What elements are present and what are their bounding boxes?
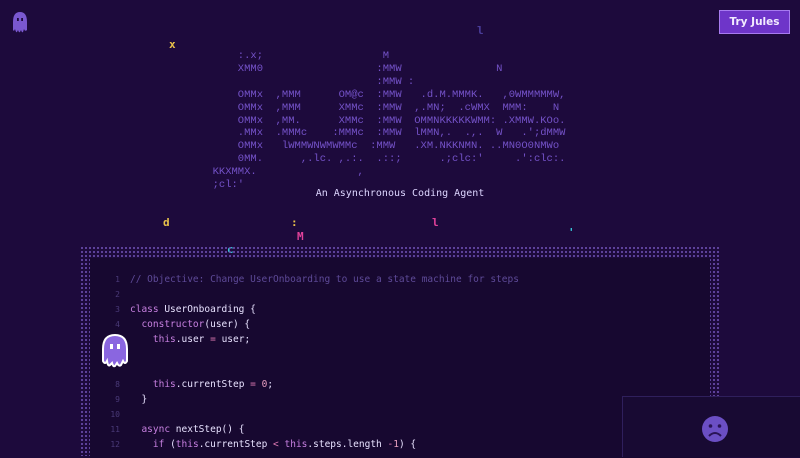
ascii-line: OMMx lWMMWNWMWMMc :MMW .XM.NKKNMN. ..MN0… — [200, 140, 560, 153]
code-text: constructor(user) { — [141, 319, 251, 330]
code-line: 1 // Objective: Change UserOnboarding to … — [90, 272, 710, 287]
line-number: 8 — [115, 380, 120, 389]
code-text: async nextStep() { — [141, 424, 245, 435]
ascii-line: :MMW : — [200, 75, 415, 88]
code-lines: 1 // Objective: Change UserOnboarding to … — [90, 272, 710, 452]
ascii-line: OMMx ,MMM XMMc :MMW ,.MN; .cWMX MMM: N — [200, 101, 560, 114]
sad-face-icon — [702, 416, 728, 442]
code-line: 3 class UserOnboarding { — [90, 302, 710, 317]
scatter-char: l — [477, 24, 484, 37]
try-jules-button[interactable]: Try Jules — [719, 10, 790, 34]
line-number: 3 — [115, 305, 120, 314]
scatter-char: : — [291, 216, 298, 229]
code-text: this.currentStep = 0; — [152, 379, 274, 390]
ascii-line: .MMx .MMMc :MMMc :MMW lMMN,. .,. W .';dM… — [200, 127, 566, 140]
ascii-line: OMMx ,MMM OM@c :MMW .d.M.MMMK. ,0WMMMMMW… — [200, 88, 566, 101]
jules-octopus-logo-icon[interactable] — [10, 10, 30, 34]
line-number: 1 — [115, 275, 120, 284]
scatter-char: M — [297, 230, 304, 243]
line-number: 9 — [115, 395, 120, 404]
scatter-char: x — [169, 38, 176, 51]
code-line: 9 } — [90, 392, 710, 407]
ascii-line: KKXMMX. , — [200, 166, 364, 179]
code-text: class UserOnboarding { — [130, 304, 256, 315]
code-text: // Objective: Change UserOnboarding to u… — [130, 274, 519, 285]
line-number: 2 — [115, 290, 120, 299]
line-number: 11 — [110, 425, 120, 434]
jules-ascii-wordmark: :.x; M XMM0 :MMW N :MMW : OMMx ,MMM OM@c… — [200, 50, 566, 192]
code-text: this.user = user; — [152, 334, 251, 345]
code-line: 11 async nextStep() { — [90, 422, 710, 437]
jules-octopus-mascot-icon — [102, 333, 128, 368]
line-number: 4 — [115, 320, 120, 329]
scatter-char: ' — [568, 226, 575, 239]
code-line: 5 this.user = user; — [90, 332, 710, 347]
scatter-char: d — [163, 216, 170, 229]
ascii-line: 0MM. ,.lc. ,.:. .::; .;clc:' .':clc:. — [200, 153, 566, 166]
line-number: 10 — [110, 410, 120, 419]
code-line: 8 this.currentStep = 0; — [90, 377, 710, 392]
tagline: An Asynchronous Coding Agent — [315, 188, 485, 199]
scatter-char: l — [432, 216, 439, 229]
code-line: 2 — [90, 287, 710, 302]
code-text: } — [130, 394, 148, 405]
ascii-line: :.x; M — [200, 50, 390, 62]
code-line: 4 constructor(user) { — [90, 317, 710, 332]
code-line: 10 — [90, 407, 710, 422]
ascii-line: OMMx ,MM. XMMc :MMW OMMNKKKKKWMM: .XMMW.… — [200, 114, 566, 127]
ascii-line: XMM0 :MMW N — [200, 62, 503, 75]
